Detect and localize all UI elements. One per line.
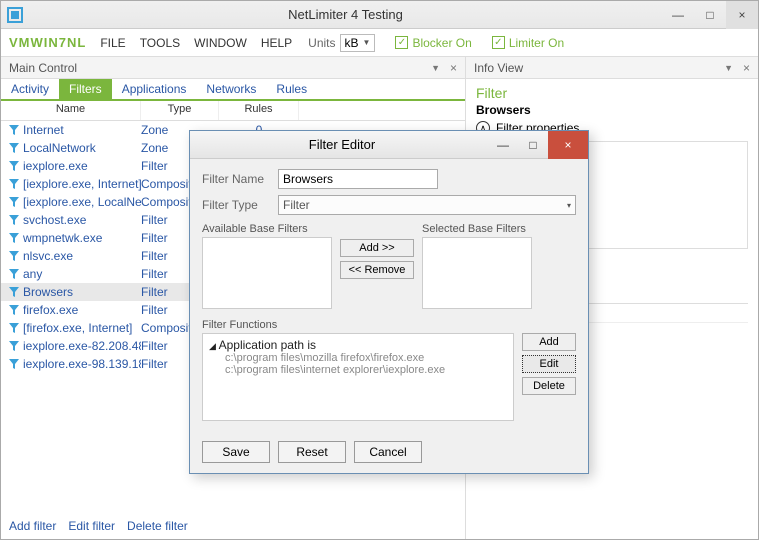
col-rules[interactable]: Rules [219, 101, 299, 120]
panel-close-icon[interactable]: × [743, 61, 750, 75]
row-name: nlsvc.exe [23, 249, 141, 263]
funnel-icon [9, 161, 19, 171]
units-label: Units [308, 36, 335, 50]
funnel-icon [9, 341, 19, 351]
row-name: Internet [23, 123, 141, 137]
panel-menu-icon[interactable]: ▼ [724, 63, 733, 73]
row-name: iexplore.exe-98.139.18 [23, 357, 141, 371]
blocker-toggle[interactable]: ✓ Blocker On [395, 36, 471, 50]
panel-menu-icon[interactable]: ▼ [431, 63, 440, 73]
funnel-icon [9, 305, 19, 315]
filter-name-input[interactable] [278, 169, 438, 189]
filter-editor-dialog: Filter Editor — □ × Filter Name Filter T… [189, 130, 589, 474]
remove-base-button[interactable]: << Remove [340, 261, 414, 279]
menubar: VMWIN7NL FILE TOOLS WINDOW HELP Units kB… [1, 29, 758, 57]
tab-networks[interactable]: Networks [196, 79, 266, 99]
right-panel-header: Info View ▼ × [466, 57, 758, 79]
func-delete-button[interactable]: Delete [522, 377, 576, 395]
col-name[interactable]: Name [1, 101, 141, 120]
host-logo: VMWIN7NL [9, 35, 86, 50]
row-name: LocalNetwork [23, 141, 141, 155]
cancel-button[interactable]: Cancel [354, 441, 422, 463]
filter-type-select[interactable]: Filter▾ [278, 195, 576, 215]
save-button[interactable]: Save [202, 441, 270, 463]
tab-filters[interactable]: Filters [59, 79, 112, 99]
menu-window[interactable]: WINDOW [194, 36, 247, 50]
check-icon: ✓ [492, 36, 505, 49]
funnel-icon [9, 251, 19, 261]
row-name: firefox.exe [23, 303, 141, 317]
add-filter-link[interactable]: Add filter [9, 519, 56, 533]
panel-close-icon[interactable]: × [450, 61, 457, 75]
dialog-title: Filter Editor [196, 137, 488, 152]
available-base-list[interactable] [202, 237, 332, 309]
filter-functions-list[interactable]: ◢ Application path is c:\program files\m… [202, 333, 514, 421]
funnel-icon [9, 269, 19, 279]
selected-base-label: Selected Base Filters [422, 223, 532, 235]
limiter-toggle[interactable]: ✓ Limiter On [492, 36, 564, 50]
available-base-label: Available Base Filters [202, 223, 332, 235]
funnel-icon [9, 179, 19, 189]
menu-tools[interactable]: TOOLS [140, 36, 180, 50]
dialog-maximize-button[interactable]: □ [518, 131, 548, 159]
menu-file[interactable]: FILE [100, 36, 125, 50]
units-select[interactable]: kB▼ [340, 34, 376, 52]
row-name: any [23, 267, 141, 281]
delete-filter-link[interactable]: Delete filter [127, 519, 188, 533]
filter-functions-label: Filter Functions [202, 319, 576, 331]
funnel-icon [9, 143, 19, 153]
edit-filter-link[interactable]: Edit filter [68, 519, 115, 533]
add-base-button[interactable]: Add >> [340, 239, 414, 257]
tab-activity[interactable]: Activity [1, 79, 59, 99]
check-icon: ✓ [395, 36, 408, 49]
row-name: [firefox.exe, Internet] [23, 321, 141, 335]
row-name: [iexplore.exe, Internet] [23, 177, 141, 191]
info-name: Browsers [466, 101, 758, 121]
dialog-minimize-button[interactable]: — [488, 131, 518, 159]
menu-help[interactable]: HELP [261, 36, 292, 50]
reset-button[interactable]: Reset [278, 441, 346, 463]
info-title: Filter [466, 79, 758, 101]
minimize-button[interactable]: — [662, 1, 694, 29]
filter-type-label: Filter Type [202, 198, 278, 212]
row-name: wmpnetwk.exe [23, 231, 141, 245]
tab-rules[interactable]: Rules [266, 79, 317, 99]
funnel-icon [9, 215, 19, 225]
selected-base-list[interactable] [422, 237, 532, 309]
column-headers: Name Type Rules [1, 101, 465, 121]
maximize-button[interactable]: □ [694, 1, 726, 29]
tab-applications[interactable]: Applications [112, 79, 197, 99]
row-name: svchost.exe [23, 213, 141, 227]
left-panel-header: Main Control ▼ × [1, 57, 465, 79]
app-icon [7, 7, 23, 23]
close-button[interactable]: × [726, 1, 758, 29]
funnel-icon [9, 125, 19, 135]
filter-name-label: Filter Name [202, 172, 278, 186]
func-edit-button[interactable]: Edit [522, 355, 576, 373]
row-name: [iexplore.exe, LocalNet [23, 195, 141, 209]
main-titlebar: NetLimiter 4 Testing — □ × [1, 1, 758, 29]
filter-tabs: Activity Filters Applications Networks R… [1, 79, 465, 101]
row-name: Browsers [23, 285, 141, 299]
funnel-icon [9, 197, 19, 207]
funnel-icon [9, 359, 19, 369]
col-type[interactable]: Type [141, 101, 219, 120]
funnel-icon [9, 323, 19, 333]
func-add-button[interactable]: Add [522, 333, 576, 351]
window-title: NetLimiter 4 Testing [29, 7, 662, 22]
funnel-icon [9, 233, 19, 243]
row-name: iexplore.exe [23, 159, 141, 173]
dialog-close-button[interactable]: × [548, 131, 588, 159]
row-name: iexplore.exe-82.208.48 [23, 339, 141, 353]
funnel-icon [9, 287, 19, 297]
